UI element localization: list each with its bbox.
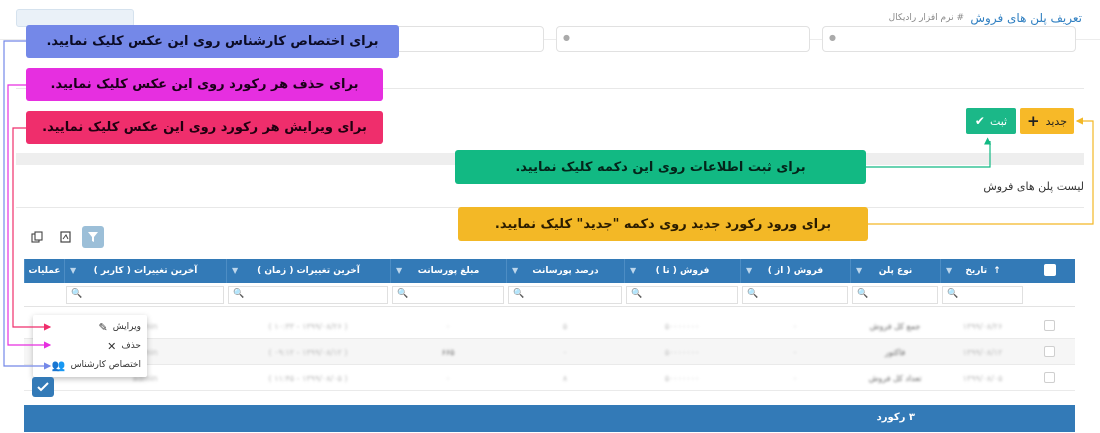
callout-delete-record: برای حذف هر رکورد روی این عکس کلیک نمایی… [26,68,383,101]
callout-new-record: برای ورود رکورد جدید روی دکمه "جدید" کلی… [458,207,868,241]
callout-save-info: برای ثبت اطلاعات روی این دکمه کلیک نمایی… [455,150,866,184]
callout-assign-expert: برای اختصاص کارشناس روی این عکس کلیک نما… [26,25,399,58]
callout-edit-record: برای ویرایش هر رکورد روی این عکس کلیک نم… [26,111,383,144]
